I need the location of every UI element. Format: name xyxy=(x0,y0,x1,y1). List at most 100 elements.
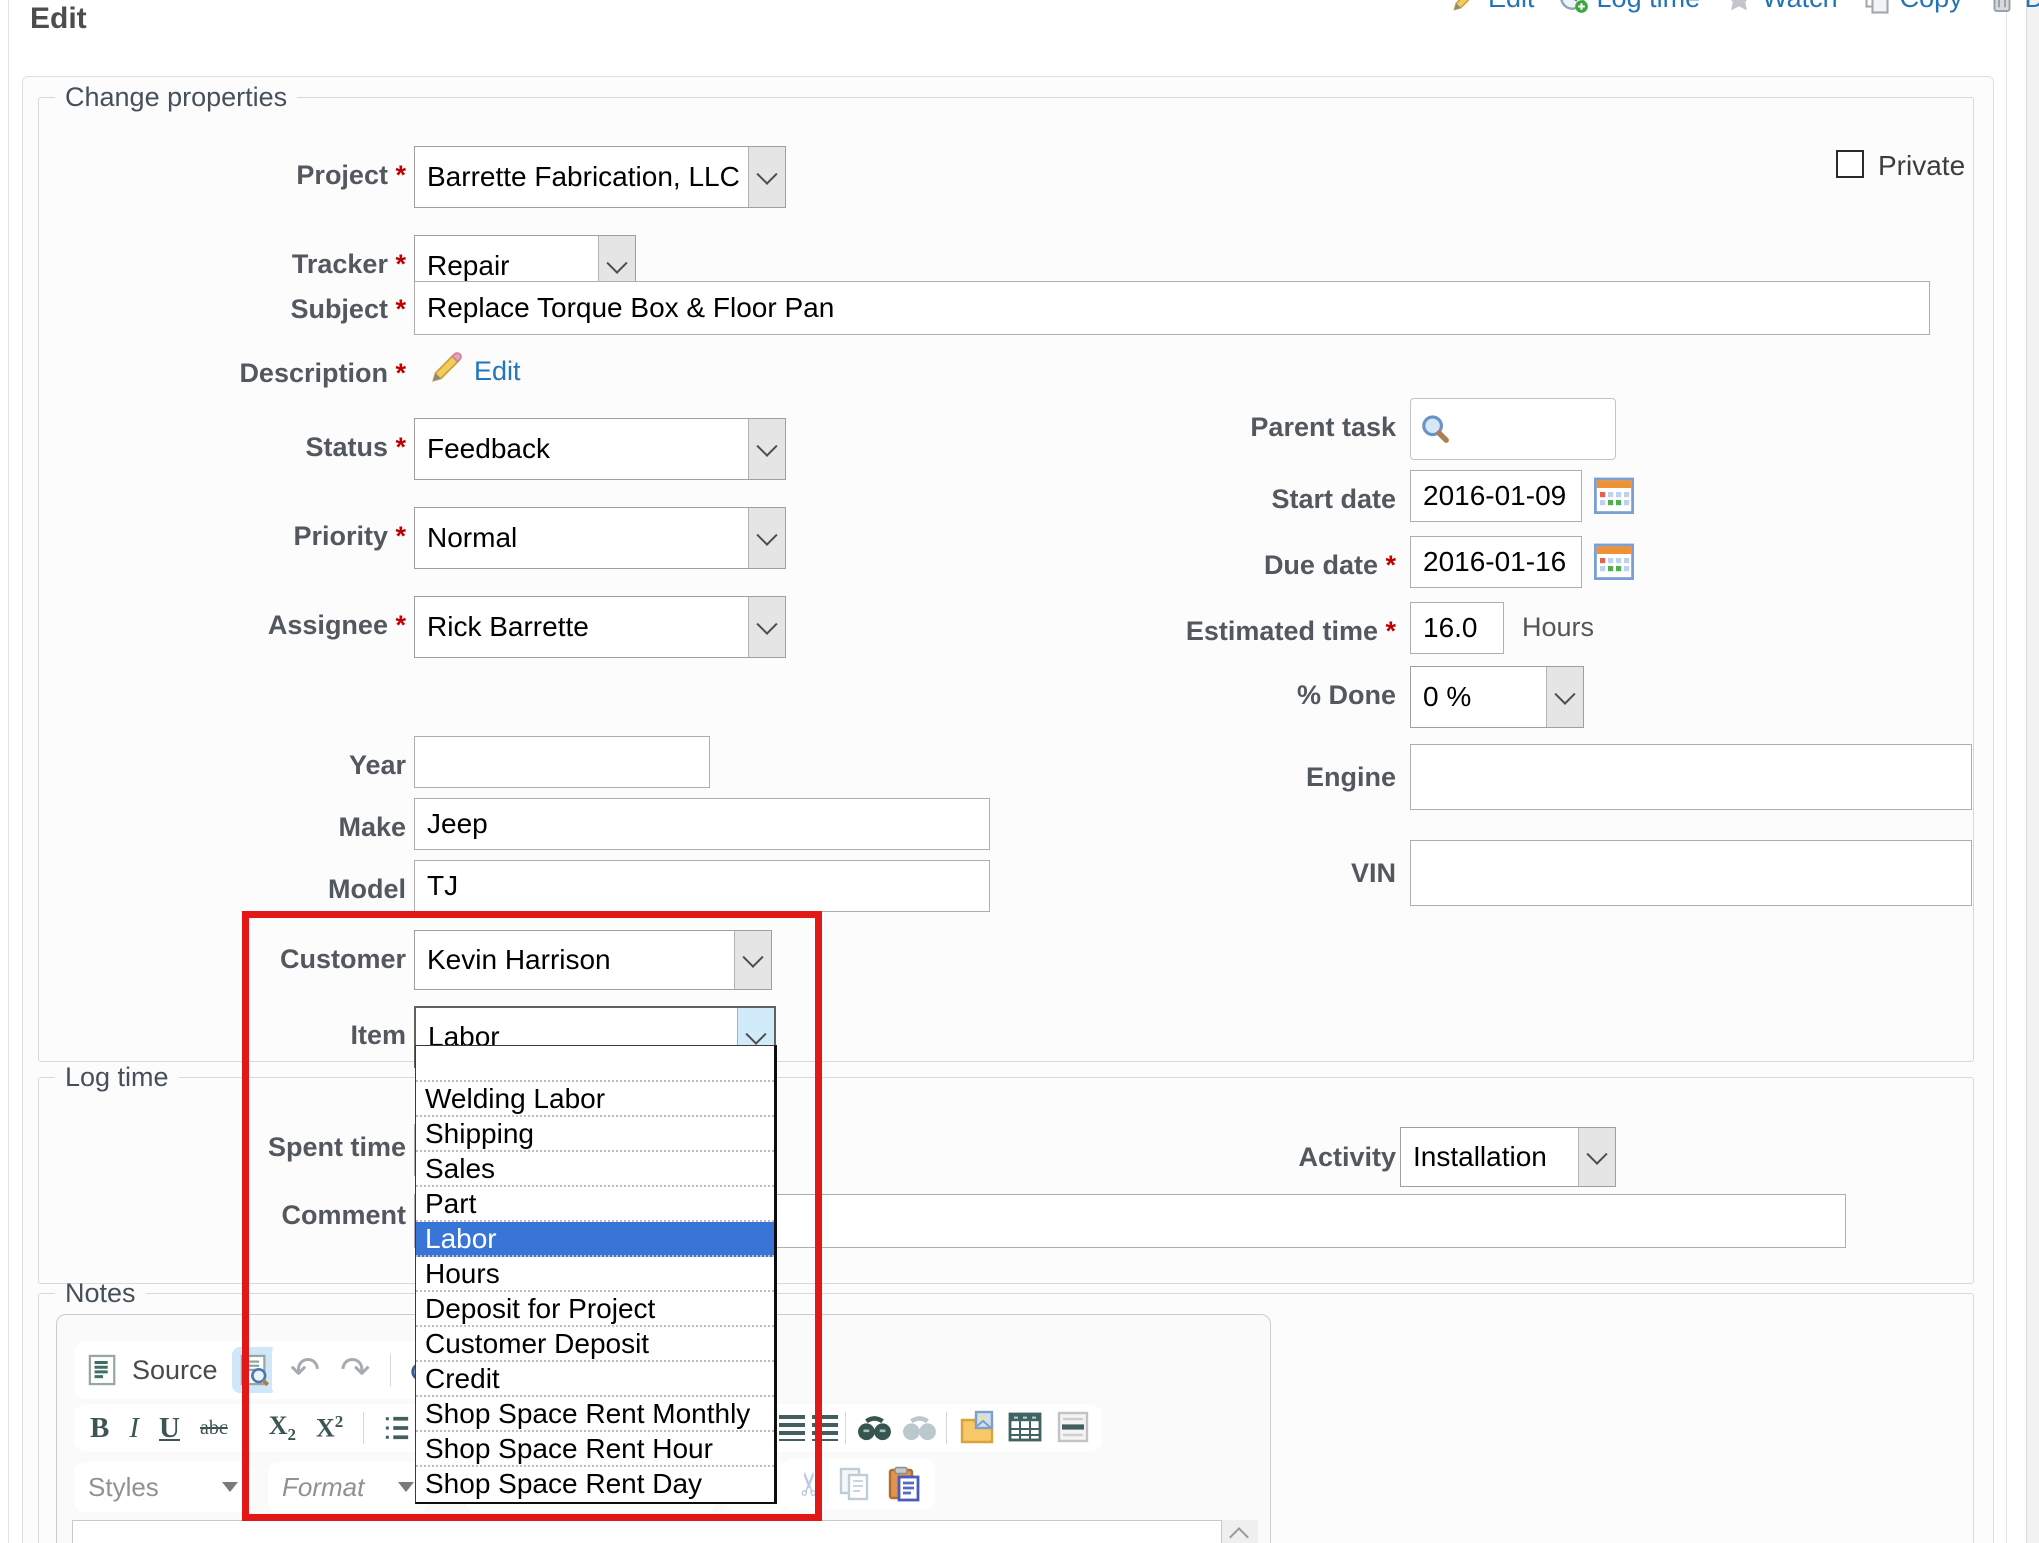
source-icon xyxy=(88,1354,118,1386)
copy-doc-icon[interactable] xyxy=(839,1467,871,1501)
assignee-value: Rick Barrette xyxy=(415,597,748,657)
chevron-down-icon[interactable] xyxy=(748,508,785,568)
hours-suffix: Hours xyxy=(1522,612,1594,643)
project-value: Barrette Fabrication, LLC xyxy=(415,147,748,207)
dropdown-option[interactable]: Sales xyxy=(416,1152,774,1187)
due-date-input[interactable]: 2016-01-16 xyxy=(1410,536,1582,588)
page-scrollbar[interactable] xyxy=(2026,0,2039,1543)
customer-select[interactable]: Kevin Harrison xyxy=(414,930,772,990)
engine-input[interactable] xyxy=(1410,744,1972,810)
copy-action-label: Copy xyxy=(1900,0,1963,14)
dropdown-option[interactable]: Shop Space Rent Hour xyxy=(416,1432,774,1467)
dropdown-option[interactable] xyxy=(416,1046,774,1082)
editor-scroll-up-icon[interactable] xyxy=(1222,1520,1258,1543)
format-combo[interactable]: Format xyxy=(268,1462,428,1512)
page-title: Edit xyxy=(30,2,87,36)
item-label: Item xyxy=(60,1018,406,1052)
model-input[interactable]: TJ xyxy=(414,860,990,912)
project-select[interactable]: Barrette Fabrication, LLC xyxy=(414,146,786,208)
watch-action-label: Watch xyxy=(1762,0,1838,14)
change-properties-legend: Change properties xyxy=(55,82,297,113)
activity-select[interactable]: Installation xyxy=(1400,1127,1616,1187)
calendar-icon[interactable] xyxy=(1594,542,1634,580)
dropdown-option[interactable]: Part xyxy=(416,1187,774,1222)
dropdown-option[interactable]: Shipping xyxy=(416,1117,774,1152)
clock-plus-icon xyxy=(1559,0,1589,14)
estimated-time-label: Estimated time * xyxy=(1020,614,1396,648)
chevron-down-icon[interactable] xyxy=(748,597,785,657)
chevron-down-icon[interactable] xyxy=(734,931,771,989)
private-label: Private xyxy=(1878,150,1965,182)
year-label: Year xyxy=(60,748,406,782)
year-input[interactable] xyxy=(414,736,710,788)
content-left-border xyxy=(8,0,9,1543)
assignee-select[interactable]: Rick Barrette xyxy=(414,596,786,658)
justify-left-icon[interactable] xyxy=(779,1415,805,1441)
percent-done-select[interactable]: 0 % xyxy=(1410,666,1584,728)
chevron-down-icon[interactable] xyxy=(1546,667,1583,727)
superscript-icon[interactable]: X2 xyxy=(316,1412,343,1444)
styles-combo[interactable]: Styles xyxy=(74,1462,252,1512)
unlink-icon[interactable] xyxy=(900,1412,938,1442)
chevron-down-icon[interactable] xyxy=(748,419,785,479)
description-edit-link[interactable]: Edit xyxy=(474,356,521,387)
edit-action-label: Edit xyxy=(1488,0,1535,14)
estimated-time-input[interactable]: 16.0 xyxy=(1410,602,1504,654)
chevron-down-icon[interactable] xyxy=(1578,1128,1615,1186)
toolbar-separator xyxy=(390,1354,391,1386)
activity-value: Installation xyxy=(1401,1128,1578,1186)
dropdown-option[interactable]: Shop Space Rent Monthly xyxy=(416,1397,774,1432)
subject-input[interactable]: Replace Torque Box & Floor Pan xyxy=(414,281,1930,335)
dropdown-option[interactable]: Shop Space Rent Day xyxy=(416,1467,774,1502)
preview-button[interactable] xyxy=(232,1347,278,1393)
justify-block-icon[interactable] xyxy=(812,1415,838,1441)
dropdown-option[interactable]: Hours xyxy=(416,1257,774,1292)
make-label: Make xyxy=(60,810,406,844)
link-icon[interactable] xyxy=(855,1412,893,1442)
watch-action-link[interactable]: Watch xyxy=(1724,0,1838,14)
strikethrough-icon[interactable]: abc xyxy=(200,1417,228,1440)
parent-task-input[interactable] xyxy=(1410,398,1616,460)
preview-icon xyxy=(240,1354,270,1386)
edit-action-link[interactable]: Edit xyxy=(1450,0,1535,14)
bold-icon[interactable]: B xyxy=(90,1412,109,1445)
delete-action-link[interactable]: Delete xyxy=(1987,0,2039,14)
priority-select[interactable]: Normal xyxy=(414,507,786,569)
trash-icon xyxy=(1987,0,2017,14)
image-icon[interactable] xyxy=(958,1408,996,1446)
make-input[interactable]: Jeep xyxy=(414,798,990,850)
cut-icon[interactable]: ✂ xyxy=(790,1471,828,1498)
log-time-action-link[interactable]: Log time xyxy=(1559,0,1701,14)
toolbar-separator xyxy=(946,1412,947,1444)
activity-label: Activity xyxy=(1020,1140,1396,1174)
paste-icon[interactable] xyxy=(887,1466,921,1502)
star-icon xyxy=(1724,0,1754,14)
undo-icon[interactable]: ↶ xyxy=(290,1355,320,1385)
pencil-icon[interactable] xyxy=(428,350,464,386)
status-value: Feedback xyxy=(415,419,748,479)
source-button[interactable]: Source xyxy=(132,1355,218,1386)
copy-action-link[interactable]: Copy xyxy=(1862,0,1963,14)
start-date-input[interactable]: 2016-01-09 xyxy=(1410,470,1582,522)
horizontal-rule-icon[interactable] xyxy=(1054,1408,1092,1446)
dropdown-option[interactable]: Credit xyxy=(416,1362,774,1397)
chevron-down-icon[interactable] xyxy=(748,147,785,207)
subscript-icon[interactable]: X2 xyxy=(269,1411,296,1445)
status-select[interactable]: Feedback xyxy=(414,418,786,480)
calendar-icon[interactable] xyxy=(1594,476,1634,514)
toolbar-separator xyxy=(845,1412,846,1444)
dropdown-option[interactable]: Customer Deposit xyxy=(416,1327,774,1362)
italic-icon[interactable]: I xyxy=(129,1412,139,1445)
private-checkbox[interactable] xyxy=(1836,150,1864,178)
table-icon[interactable] xyxy=(1006,1408,1044,1446)
dropdown-option[interactable]: Deposit for Project xyxy=(416,1292,774,1327)
vin-input[interactable] xyxy=(1410,840,1972,906)
redo-icon[interactable]: ↷ xyxy=(340,1355,370,1385)
dropdown-option-selected[interactable]: Labor xyxy=(416,1222,774,1257)
underline-icon[interactable]: U xyxy=(159,1412,180,1445)
tracker-label: Tracker * xyxy=(60,247,406,281)
dropdown-option[interactable]: Welding Labor xyxy=(416,1082,774,1117)
notes-content-area[interactable] xyxy=(72,1520,1222,1543)
model-label: Model xyxy=(60,872,406,906)
numbered-list-icon[interactable] xyxy=(384,1415,410,1441)
